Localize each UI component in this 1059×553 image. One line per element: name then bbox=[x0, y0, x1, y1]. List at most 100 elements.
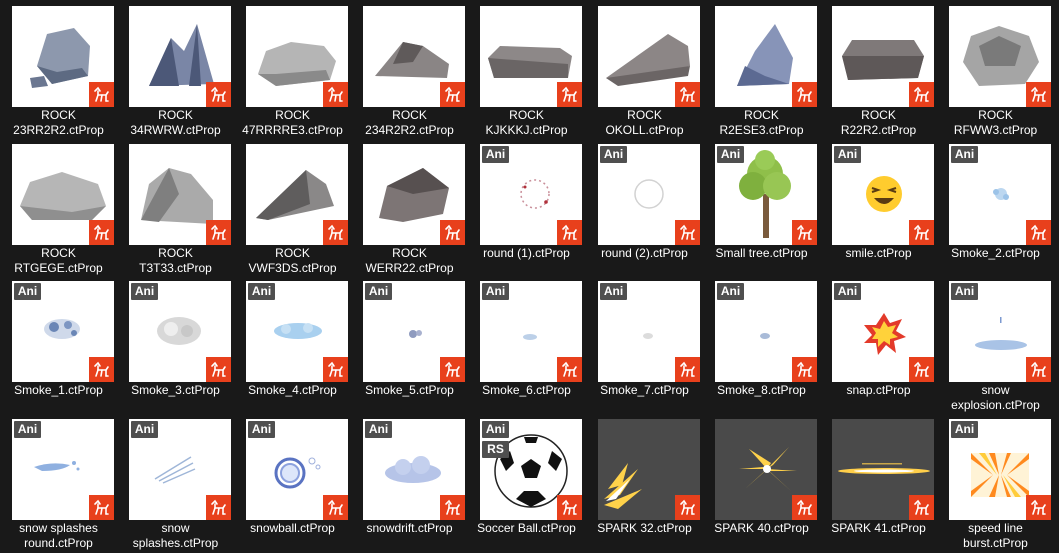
prop-label: Smoke_2.ctProp bbox=[937, 246, 1054, 261]
prop-item[interactable]: Ani round (1).ctProp bbox=[468, 138, 585, 276]
prop-thumbnail[interactable]: Ani bbox=[480, 144, 582, 245]
prop-item[interactable]: ROCK T3T33.ctProp bbox=[117, 138, 234, 276]
prop-item[interactable]: Ani speed line burst.ctProp bbox=[937, 413, 1054, 551]
prop-label-line: round (1).ctProp bbox=[483, 246, 570, 260]
prop-item[interactable]: Ani Smoke_2.ctProp bbox=[937, 138, 1054, 276]
prop-thumbnail[interactable]: Ani bbox=[598, 144, 700, 245]
prop-thumbnail[interactable] bbox=[246, 144, 348, 245]
cartoon-animator-logo-icon bbox=[1026, 357, 1051, 382]
prop-item[interactable]: ROCK RFWW3.ctProp bbox=[937, 0, 1054, 138]
prop-thumbnail[interactable] bbox=[246, 6, 348, 107]
prop-thumbnail[interactable]: Ani bbox=[363, 419, 465, 520]
prop-thumbnail[interactable]: Ani bbox=[949, 281, 1051, 382]
ani-badge: Ani bbox=[131, 421, 158, 438]
prop-thumbnail[interactable] bbox=[832, 419, 934, 520]
prop-item[interactable]: ROCK OKOLL.ctProp bbox=[586, 0, 703, 138]
prop-item[interactable]: Ani snow splashes round.ctProp bbox=[0, 413, 117, 551]
prop-label-line: ROCK bbox=[41, 246, 76, 260]
prop-label-line: speed line bbox=[968, 521, 1023, 535]
cartoon-animator-logo-icon bbox=[1026, 495, 1051, 520]
ani-badge: Ani bbox=[951, 146, 978, 163]
prop-thumbnail[interactable] bbox=[598, 6, 700, 107]
prop-thumbnail[interactable]: Ani bbox=[949, 419, 1051, 520]
prop-thumbnail[interactable] bbox=[363, 6, 465, 107]
prop-item[interactable]: Ani snow explosion.ctProp bbox=[937, 275, 1054, 413]
prop-item[interactable]: ROCK R22R2.ctProp bbox=[820, 0, 937, 138]
prop-item[interactable]: ROCK R2ESE3.ctProp bbox=[703, 0, 820, 138]
prop-item[interactable]: ROCK 34RWRW.ctProp bbox=[117, 0, 234, 138]
cartoon-animator-logo-icon bbox=[792, 357, 817, 382]
prop-item[interactable]: Ani Smoke_8.ctProp bbox=[703, 275, 820, 413]
cartoon-animator-logo-icon bbox=[909, 357, 934, 382]
prop-item[interactable]: Ani RS Soccer Ball.ctProp bbox=[468, 413, 585, 551]
prop-thumbnail[interactable] bbox=[598, 419, 700, 520]
prop-thumbnail[interactable]: Ani bbox=[129, 419, 231, 520]
prop-label: Smoke_4.ctProp bbox=[234, 383, 351, 398]
prop-thumbnail[interactable]: Ani bbox=[832, 281, 934, 382]
prop-thumbnail[interactable]: Ani bbox=[12, 281, 114, 382]
prop-thumbnail[interactable] bbox=[129, 6, 231, 107]
prop-item[interactable]: Ani round (2).ctProp bbox=[586, 138, 703, 276]
prop-item[interactable]: ROCK 23RR2R2.ctProp bbox=[0, 0, 117, 138]
prop-label-line: snap.ctProp bbox=[846, 383, 911, 397]
prop-item[interactable]: Ani Small tree.ctProp bbox=[703, 138, 820, 276]
prop-item[interactable]: ROCK 234R2R2.ctProp bbox=[351, 0, 468, 138]
prop-thumbnail[interactable]: Ani bbox=[12, 419, 114, 520]
prop-thumbnail[interactable] bbox=[129, 144, 231, 245]
prop-thumbnail[interactable] bbox=[480, 6, 582, 107]
prop-thumbnail[interactable] bbox=[715, 6, 817, 107]
prop-label-line: Smoke_4.ctProp bbox=[248, 383, 337, 397]
prop-item[interactable]: Ani Smoke_3.ctProp bbox=[117, 275, 234, 413]
prop-item[interactable]: Ani Smoke_1.ctProp bbox=[0, 275, 117, 413]
prop-thumbnail[interactable] bbox=[12, 6, 114, 107]
prop-thumbnail[interactable]: Ani bbox=[598, 281, 700, 382]
prop-label-line: ROCK bbox=[275, 246, 310, 260]
prop-label-line: burst.ctProp bbox=[963, 536, 1028, 550]
prop-item[interactable]: Ani Smoke_5.ctProp bbox=[351, 275, 468, 413]
prop-thumbnail[interactable]: Ani bbox=[246, 419, 348, 520]
prop-label-line: Soccer Ball.ctProp bbox=[477, 521, 576, 535]
prop-thumbnail[interactable]: Ani bbox=[715, 281, 817, 382]
prop-thumbnail[interactable]: Ani bbox=[129, 281, 231, 382]
cartoon-animator-logo-icon bbox=[909, 82, 934, 107]
prop-label-line: ROCK bbox=[41, 108, 76, 122]
prop-thumbnail[interactable] bbox=[12, 144, 114, 245]
prop-thumbnail[interactable]: Ani RS bbox=[480, 419, 582, 520]
prop-item[interactable]: Ani snow splashes.ctProp bbox=[117, 413, 234, 551]
ani-badge: Ani bbox=[248, 421, 275, 438]
cartoon-animator-logo-icon bbox=[323, 357, 348, 382]
prop-item[interactable]: Ani Smoke_6.ctProp bbox=[468, 275, 585, 413]
cartoon-animator-logo-icon bbox=[89, 82, 114, 107]
prop-item[interactable]: ROCK 47RRRRE3.ctProp bbox=[234, 0, 351, 138]
prop-item[interactable]: ROCK RTGEGE.ctProp bbox=[0, 138, 117, 276]
prop-item[interactable]: ROCK WERR22.ctProp bbox=[351, 138, 468, 276]
prop-item[interactable]: SPARK 40.ctProp bbox=[703, 413, 820, 551]
prop-item[interactable]: ROCK KJKKKJ.ctProp bbox=[468, 0, 585, 138]
prop-thumbnail[interactable] bbox=[363, 144, 465, 245]
cartoon-animator-logo-icon bbox=[89, 220, 114, 245]
prop-label-line: snow splashes bbox=[19, 521, 98, 535]
prop-item[interactable]: Ani smile.ctProp bbox=[820, 138, 937, 276]
prop-item[interactable]: Ani snowball.ctProp bbox=[234, 413, 351, 551]
prop-thumbnail[interactable]: Ani bbox=[715, 144, 817, 245]
prop-item[interactable]: Ani snap.ctProp bbox=[820, 275, 937, 413]
prop-item[interactable]: SPARK 41.ctProp bbox=[820, 413, 937, 551]
prop-item[interactable]: Ani Smoke_7.ctProp bbox=[586, 275, 703, 413]
prop-thumbnail[interactable] bbox=[715, 419, 817, 520]
prop-label: Smoke_8.ctProp bbox=[703, 383, 820, 398]
prop-thumbnail[interactable] bbox=[832, 6, 934, 107]
prop-thumbnail[interactable]: Ani bbox=[832, 144, 934, 245]
prop-item[interactable]: ROCK VWF3DS.ctProp bbox=[234, 138, 351, 276]
prop-thumbnail[interactable]: Ani bbox=[949, 144, 1051, 245]
prop-thumbnail[interactable] bbox=[949, 6, 1051, 107]
prop-item[interactable]: SPARK 32.ctProp bbox=[586, 413, 703, 551]
prop-thumbnail[interactable]: Ani bbox=[363, 281, 465, 382]
prop-item[interactable]: Ani snowdrift.ctProp bbox=[351, 413, 468, 551]
prop-item[interactable]: Ani Smoke_4.ctProp bbox=[234, 275, 351, 413]
cartoon-animator-logo-icon bbox=[206, 82, 231, 107]
prop-label-line: Smoke_6.ctProp bbox=[482, 383, 571, 397]
prop-thumbnail[interactable]: Ani bbox=[480, 281, 582, 382]
prop-thumbnail[interactable]: Ani bbox=[246, 281, 348, 382]
rs-badge: RS bbox=[482, 441, 509, 458]
cartoon-animator-logo-icon bbox=[206, 495, 231, 520]
